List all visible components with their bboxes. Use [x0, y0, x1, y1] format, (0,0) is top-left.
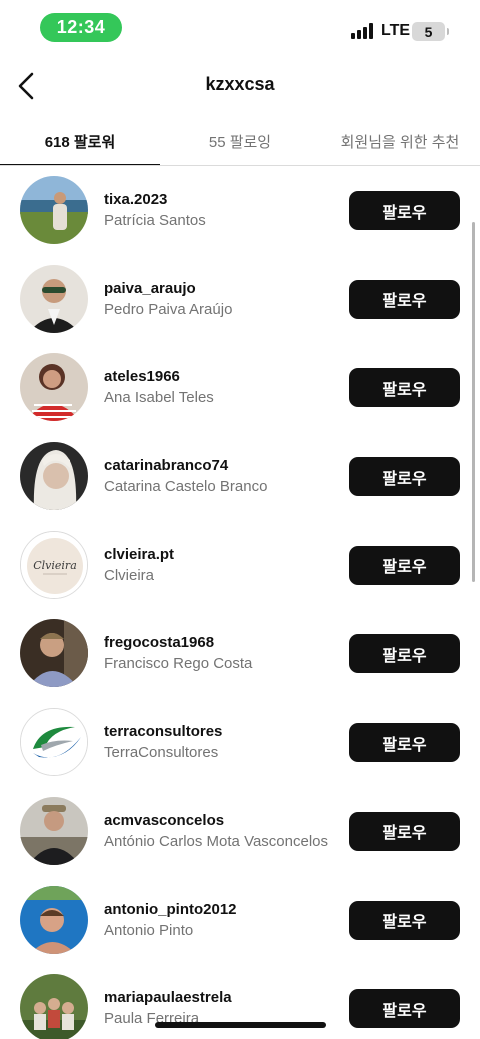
scrollbar[interactable] [472, 222, 475, 582]
username[interactable]: fregocosta1968 [104, 634, 334, 651]
list-item[interactable]: ateles1966 Ana Isabel Teles 팔로우 [0, 343, 480, 432]
list-item[interactable]: fregocosta1968 Francisco Rego Costa 팔로우 [0, 609, 480, 698]
page-title: kzxxcsa [205, 74, 275, 94]
status-bar: 12:34 LTE 5 [0, 0, 480, 56]
tab-bar: 618 팔로워 55 팔로잉 회원님을 위한 추천 [0, 118, 480, 166]
full-name: Antonio Pinto [104, 921, 194, 939]
avatar[interactable]: Clvieira [20, 530, 88, 599]
follow-button[interactable]: 팔로우 [349, 368, 460, 408]
tab-suggested[interactable]: 회원님을 위한 추천 [320, 118, 480, 165]
username[interactable]: paiva_araujo [104, 280, 334, 297]
follow-button[interactable]: 팔로우 [349, 634, 460, 674]
full-name: Clvieira [104, 566, 155, 584]
follow-button[interactable]: 팔로우 [349, 900, 460, 940]
nav-header: kzxxcsa [0, 60, 480, 112]
full-name: Ana Isabel Teles [104, 389, 214, 407]
list-item[interactable]: tixa.2023 Patrícia Santos 팔로우 [0, 166, 480, 255]
tab-following[interactable]: 55 팔로잉 [160, 118, 320, 165]
list-item[interactable]: antonio_pinto2012 Antonio Pinto 팔로우 [0, 876, 480, 965]
followers-list: tixa.2023 Patrícia Santos 팔로우 paiva_arau… [0, 166, 480, 1039]
follow-button[interactable]: 팔로우 [349, 811, 460, 851]
full-name: Catarina Castelo Branco [104, 478, 268, 496]
username[interactable]: acmvasconcelos [104, 812, 334, 829]
username[interactable]: mariapaulaestrela [104, 989, 334, 1006]
list-item[interactable]: catarinabranco74 Catarina Castelo Branco… [0, 432, 480, 521]
status-time: 12:34 [40, 13, 122, 42]
full-name: TerraConsultores [104, 744, 219, 762]
list-item[interactable]: terraconsultores TerraConsultores 팔로우 [0, 698, 480, 787]
signal-icon [351, 23, 373, 39]
list-item[interactable]: Clvieira clvieira.pt Clvieira 팔로우 [0, 521, 480, 610]
username[interactable]: antonio_pinto2012 [104, 901, 334, 918]
full-name: António Carlos Mota Vasconcelos [104, 832, 329, 850]
full-name: Patrícia Santos [104, 212, 206, 229]
username[interactable]: terraconsultores [104, 723, 334, 740]
tab-followers[interactable]: 618 팔로워 [0, 118, 160, 165]
avatar[interactable] [20, 708, 88, 777]
home-indicator[interactable] [155, 1022, 326, 1028]
list-item[interactable]: acmvasconcelos António Carlos Mota Vasco… [0, 787, 480, 876]
follow-button[interactable]: 팔로우 [349, 279, 460, 319]
username[interactable]: clvieira.pt [104, 546, 334, 563]
list-item[interactable]: paiva_araujo Pedro Paiva Araújo 팔로우 [0, 255, 480, 344]
avatar[interactable] [20, 264, 88, 333]
battery-level: 5 [424, 23, 433, 40]
follow-button[interactable]: 팔로우 [349, 457, 460, 497]
battery-icon: 5 [412, 22, 449, 41]
network-type: LTE [381, 22, 411, 39]
avatar[interactable] [20, 619, 88, 688]
username[interactable]: ateles1966 [104, 368, 334, 385]
avatar-logo-text: Clvieira [33, 559, 77, 572]
follow-button[interactable]: 팔로우 [349, 191, 460, 230]
username[interactable]: tixa.2023 [104, 191, 334, 208]
avatar[interactable] [20, 176, 88, 244]
avatar[interactable] [20, 885, 88, 954]
full-name: Pedro Paiva Araújo [104, 300, 233, 318]
follow-button[interactable]: 팔로우 [349, 989, 460, 1029]
username[interactable]: catarinabranco74 [104, 457, 334, 474]
avatar[interactable] [20, 796, 88, 865]
follow-button[interactable]: 팔로우 [349, 545, 460, 585]
avatar[interactable] [20, 442, 88, 511]
avatar[interactable] [20, 974, 88, 1039]
follow-button[interactable]: 팔로우 [349, 723, 460, 763]
avatar[interactable] [20, 353, 88, 422]
full-name: Francisco Rego Costa [104, 655, 253, 673]
